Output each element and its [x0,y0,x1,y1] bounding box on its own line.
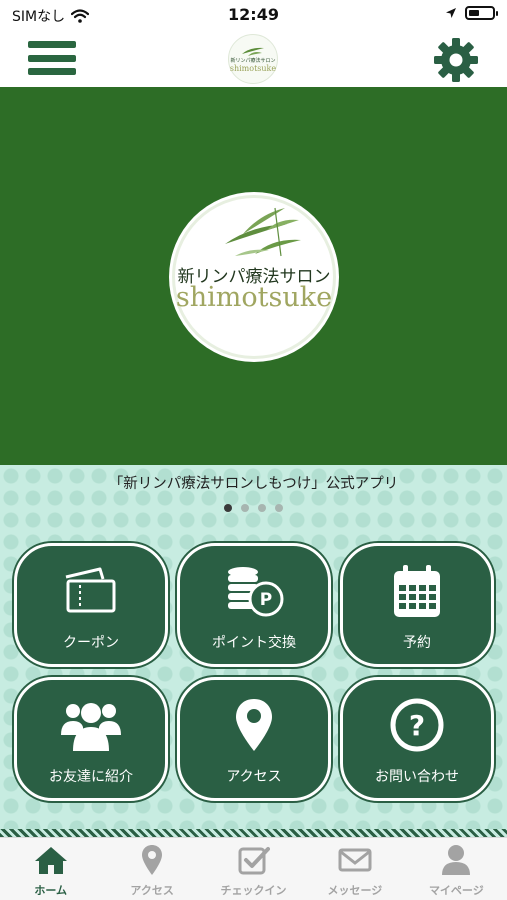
map-pin-icon [236,699,272,751]
svg-text:?: ? [409,709,425,742]
tab-home-label: ホーム [34,884,68,897]
header-logo[interactable]: 新リンパ療法サロン shimotsuke [228,34,278,84]
menu-area: 「新リンパ療法サロンしもつけ」公式アプリ クーポン P ポイント交換 予約 お友… [0,465,507,837]
reservation-label: 予約 [403,635,431,651]
tab-bar: ホーム アクセス チェックイン メッセージ マイページ [0,837,507,900]
home-icon [34,847,67,874]
hero-logo: 新リンパ療法サロン shimotsuke [172,195,336,359]
location-arrow-icon [446,8,456,18]
carousel-dot[interactable] [275,504,283,512]
tab-home[interactable]: ホーム [0,838,101,900]
carousel-dot[interactable] [224,504,232,512]
tab-access-label: アクセス [130,884,174,897]
mail-icon [338,848,372,872]
gear-icon[interactable] [433,37,479,83]
hero-banner[interactable]: 新リンパ療法サロン shimotsuke [0,87,507,465]
tab-message[interactable]: メッセージ [304,838,405,900]
menu-bar-icon [28,54,76,62]
reservation-button[interactable]: 予約 [340,543,494,667]
question-icon: ? [390,698,444,752]
menu-bar-icon [28,68,76,75]
header-logo-ja: 新リンパ療法サロン [230,58,276,64]
battery-fill [469,10,479,16]
contact-button[interactable]: ? お問い合わせ [340,677,494,801]
tab-message-label: メッセージ [327,884,383,897]
carousel-dot[interactable] [241,504,249,512]
app-header: 新リンパ療法サロン shimotsuke [0,30,507,87]
bamboo-leaves-icon [225,207,301,257]
hero-logo-en: shimotsuke [175,282,333,313]
bamboo-leaf-icon [242,47,264,56]
decorative-stripe [0,829,507,837]
coupon-label: クーポン [63,635,119,651]
map-pin-icon [142,845,163,875]
carousel-dots [0,504,507,512]
svg-text:P: P [260,590,272,610]
tab-checkin-label: チェックイン [220,884,287,897]
point-exchange-button[interactable]: P ポイント交換 [177,543,331,667]
battery-icon [465,6,498,20]
access-label: アクセス [226,769,282,785]
banner-caption: 「新リンパ療法サロンしもつけ」公式アプリ [108,476,399,492]
user-icon [442,845,471,875]
coupon-button[interactable]: クーポン [14,543,168,667]
invite-friends-label: お友達に紹介 [49,769,133,785]
calendar-icon [394,565,440,617]
status-right [445,6,498,20]
ticket-icon [65,567,116,613]
header-logo-en: shimotsuke [229,64,277,73]
coins-icon: P [228,567,284,617]
checkbox-icon [238,847,270,875]
tab-mypage-label: マイページ [428,884,484,897]
status-time: 12:49 [228,5,279,24]
tab-checkin[interactable]: チェックイン [203,838,304,900]
users-icon [61,703,121,751]
contact-label: お問い合わせ [375,769,459,785]
menu-bar-icon [28,41,76,48]
carousel-dot[interactable] [258,504,266,512]
tab-access[interactable]: アクセス [101,838,202,900]
tab-mypage[interactable]: マイページ [406,838,507,900]
invite-friends-button[interactable]: お友達に紹介 [14,677,168,801]
hamburger-menu-button[interactable] [28,38,76,78]
status-bar: SIMなし 12:49 [0,0,507,30]
point-exchange-label: ポイント交換 [212,635,296,651]
access-button[interactable]: アクセス [177,677,331,801]
